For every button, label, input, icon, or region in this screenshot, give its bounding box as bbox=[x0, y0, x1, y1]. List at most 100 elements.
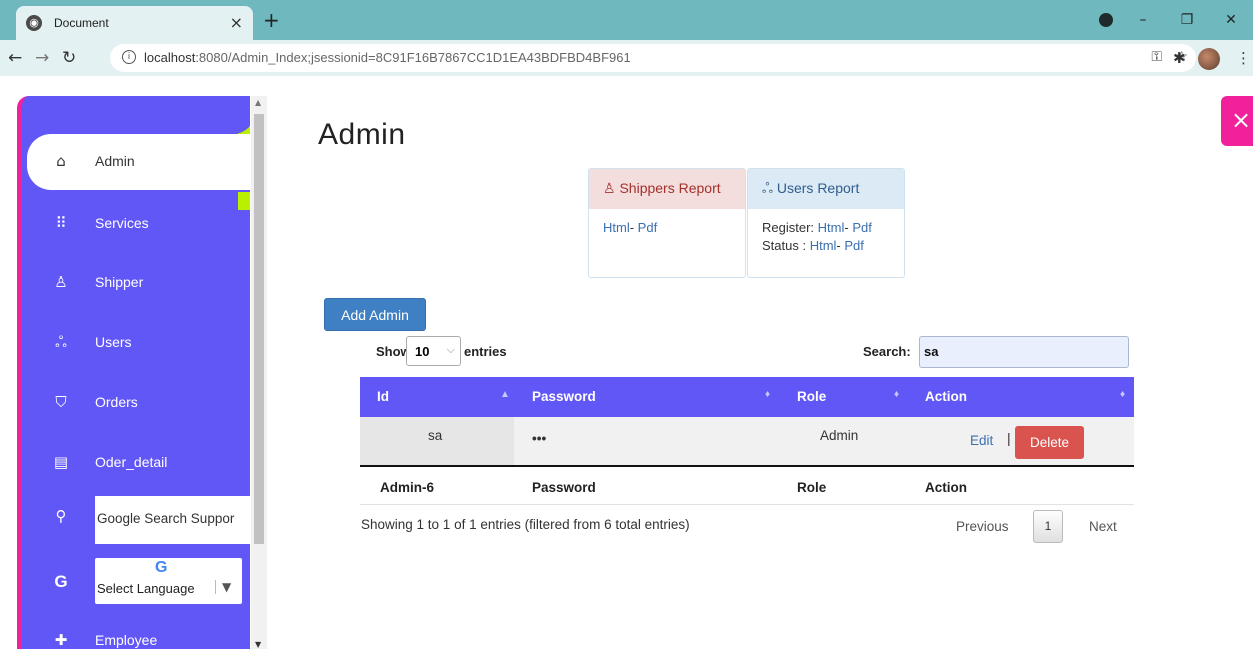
sidebar-item-label: Admin bbox=[95, 153, 135, 169]
column-header-id[interactable]: Id bbox=[377, 389, 389, 404]
google-search-box[interactable]: Google Search Suppor bbox=[95, 496, 250, 544]
close-tab-icon[interactable]: × bbox=[230, 13, 243, 32]
column-header-password[interactable]: Password bbox=[532, 389, 596, 404]
separator: | bbox=[1007, 430, 1011, 446]
register-row: Register: Html- Pdf bbox=[762, 220, 872, 235]
extensions-icon[interactable]: ✱ bbox=[1173, 49, 1186, 67]
status-pdf-link[interactable]: Pdf bbox=[844, 238, 864, 253]
previous-button[interactable]: Previous bbox=[956, 519, 1009, 534]
sidebar-item-label: Oder_detail bbox=[95, 454, 168, 470]
shipper-icon: ♙ bbox=[603, 180, 616, 196]
entries-value: 10 bbox=[415, 344, 430, 359]
browser-tab-bar: ◉ Document × + – ❐ ✕ bbox=[0, 0, 1253, 40]
url-text: localhost:8080/Admin_Index;jsessionid=8C… bbox=[144, 50, 631, 65]
cell-id: sa bbox=[428, 428, 443, 443]
cell-role: Admin bbox=[820, 428, 859, 443]
sort-icon: ♦ bbox=[1120, 389, 1126, 400]
page-title: Admin bbox=[318, 118, 406, 151]
entries-select[interactable]: 10 ⌵ bbox=[406, 336, 461, 366]
close-window-icon[interactable]: ✕ bbox=[1209, 12, 1253, 28]
sidebar-item-employee[interactable]: ✚ Employee bbox=[22, 613, 250, 649]
footer-id: Admin-6 bbox=[380, 480, 434, 495]
page-1-button[interactable]: 1 bbox=[1033, 510, 1063, 543]
sidebar-item-label: Shipper bbox=[95, 274, 144, 290]
footer-role: Role bbox=[797, 480, 827, 495]
grid-icon: ⠿ bbox=[55, 214, 67, 232]
scroll-thumb[interactable] bbox=[254, 114, 264, 544]
key-icon[interactable]: ⚿ bbox=[1151, 49, 1162, 65]
close-icon: × bbox=[1231, 106, 1252, 134]
chevron-down-icon: ⌵ bbox=[446, 344, 455, 356]
close-panel-button[interactable]: × bbox=[1221, 96, 1253, 146]
status-label: Status : bbox=[762, 238, 807, 253]
sidebar-item-oder-detail[interactable]: ▤ Oder_detail bbox=[22, 435, 250, 491]
document-icon: ▤ bbox=[53, 453, 69, 471]
sort-icon: ♦ bbox=[765, 389, 771, 400]
new-tab-icon[interactable]: + bbox=[263, 8, 280, 32]
edit-link[interactable]: Edit bbox=[970, 433, 993, 448]
language-select[interactable]: G Select Language ▼ bbox=[95, 558, 242, 604]
card-title: Shippers Report bbox=[619, 180, 721, 196]
sort-icon: ♦ bbox=[894, 389, 900, 400]
reload-icon[interactable]: ↻ bbox=[62, 48, 76, 68]
footer-password: Password bbox=[532, 480, 596, 495]
sort-asc-icon: ▲ bbox=[500, 389, 510, 400]
minimize-icon[interactable]: – bbox=[1121, 12, 1165, 28]
next-button[interactable]: Next bbox=[1089, 519, 1117, 534]
sidebar-item-label: Employee bbox=[95, 632, 158, 648]
users-icon: ஃ bbox=[762, 180, 773, 196]
url-host: localhost bbox=[144, 50, 196, 65]
tab-title: Document bbox=[54, 16, 109, 30]
register-pdf-link[interactable]: Pdf bbox=[852, 220, 872, 235]
register-html-link[interactable]: Html bbox=[818, 220, 845, 235]
sidebar-item-label: Users bbox=[95, 334, 132, 350]
status-row: Status : Html- Pdf bbox=[762, 238, 864, 253]
search-label: Search: bbox=[863, 344, 911, 359]
table-info: Showing 1 to 1 of 1 entries (filtered fr… bbox=[361, 517, 690, 532]
table-footer: Admin-6 Password Role Action bbox=[360, 467, 1134, 505]
shippers-html-link[interactable]: Html bbox=[603, 220, 630, 235]
basket-icon: ⛉ bbox=[55, 393, 67, 411]
entries-label: entries bbox=[464, 344, 507, 359]
home-icon: ⌂ bbox=[56, 152, 66, 170]
avatar[interactable] bbox=[1198, 48, 1220, 70]
scroll-up-icon[interactable]: ▲ bbox=[255, 98, 261, 107]
status-html-link[interactable]: Html bbox=[810, 238, 837, 253]
sidebar-item-label: Orders bbox=[95, 394, 138, 410]
google-icon: G bbox=[54, 572, 68, 591]
menu-icon[interactable]: ⋮ bbox=[1236, 49, 1251, 67]
globe-icon: ◉ bbox=[26, 15, 42, 31]
google-g-icon: G bbox=[155, 559, 168, 576]
sidebar: ⌂ Admin ⠿ Services ♙ Shipper ஃ Users ⛉ O… bbox=[17, 96, 250, 649]
shippers-report-card: ♙ Shippers Report Html- Pdf bbox=[588, 168, 746, 278]
url-input[interactable]: i localhost:8080/Admin_Index;jsessionid=… bbox=[110, 44, 1196, 72]
card-body: Html- Pdf bbox=[603, 220, 658, 235]
shippers-pdf-link[interactable]: Pdf bbox=[638, 220, 658, 235]
person-icon: ♙ bbox=[54, 273, 68, 291]
info-icon[interactable]: i bbox=[122, 50, 136, 64]
sidebar-item-admin[interactable]: ⌂ Admin bbox=[27, 134, 250, 190]
profile-icon[interactable] bbox=[1099, 13, 1113, 27]
sidebar-scrollbar[interactable]: ▲ ▼ bbox=[251, 96, 267, 649]
delete-button[interactable]: Delete bbox=[1015, 426, 1084, 459]
sidebar-item-users[interactable]: ஃ Users bbox=[22, 315, 250, 371]
forward-icon[interactable]: → bbox=[35, 48, 49, 68]
back-icon[interactable]: ← bbox=[8, 48, 22, 68]
sidebar-item-orders[interactable]: ⛉ Orders bbox=[22, 375, 250, 431]
scroll-down-icon[interactable]: ▼ bbox=[255, 640, 261, 649]
sidebar-item-services[interactable]: ⠿ Services bbox=[22, 196, 250, 252]
admin-table: Id ▲ Password ♦ Role ♦ Action ♦ sa ••• A… bbox=[360, 377, 1134, 505]
table-header: Id ▲ Password ♦ Role ♦ Action ♦ bbox=[360, 377, 1134, 417]
search-icon: ⚲ bbox=[55, 507, 67, 525]
column-header-role[interactable]: Role bbox=[797, 389, 826, 404]
browser-tab[interactable]: ◉ Document × bbox=[16, 6, 253, 40]
sidebar-item-shipper[interactable]: ♙ Shipper bbox=[22, 255, 250, 311]
language-label: Select Language bbox=[97, 581, 195, 596]
restore-icon[interactable]: ❐ bbox=[1165, 12, 1209, 28]
add-admin-button[interactable]: Add Admin bbox=[324, 298, 426, 331]
search-input[interactable]: sa bbox=[919, 336, 1129, 368]
column-header-action[interactable]: Action bbox=[925, 389, 967, 404]
register-label: Register: bbox=[762, 220, 815, 235]
sidebar-item-label: Services bbox=[95, 215, 149, 231]
add-person-icon: ✚ bbox=[54, 631, 68, 649]
